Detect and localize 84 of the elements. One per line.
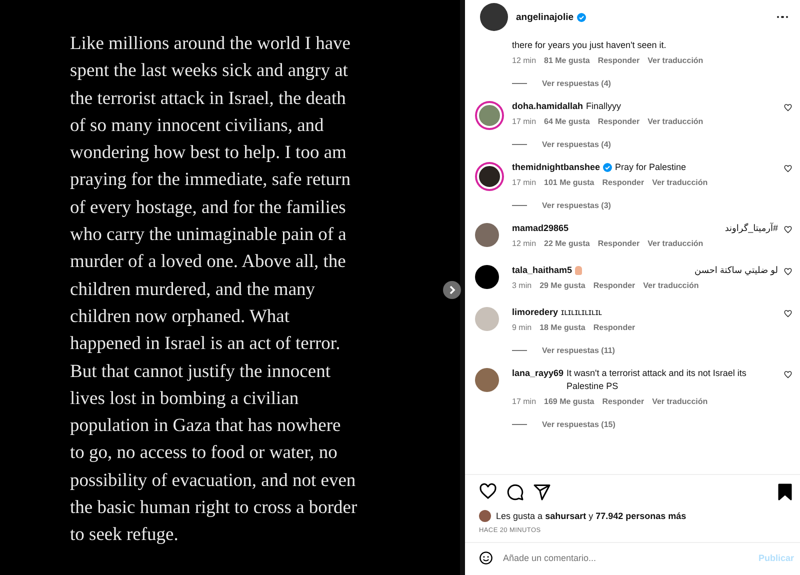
heart-icon[interactable]: [479, 483, 497, 501]
reply-link[interactable]: Responder: [598, 239, 640, 248]
post-text-line: of so many innocent civilians, and: [70, 114, 324, 138]
chevron-icon: [447, 285, 457, 295]
post-text-line: Like millions around the world I have: [70, 33, 351, 56]
comment-text: Finallyyy: [586, 100, 622, 113]
username[interactable]: lana_rayy69: [512, 367, 564, 380]
post-text-line: possibility of evacuation, and not even: [70, 470, 356, 493]
avatar[interactable]: [480, 3, 508, 31]
post-text-line: the terrorist attack in Israel, the death: [70, 88, 346, 111]
translate-link[interactable]: Ver traducción: [648, 56, 704, 65]
comment-time: 9 min: [512, 323, 532, 332]
post-text-line: praying for the immediate, safe return: [70, 169, 350, 192]
comment-time: 17 min: [512, 397, 536, 406]
comment-text: #آرمیتا_گراوند: [724, 222, 778, 235]
avatar[interactable]: [475, 265, 499, 289]
comment-field[interactable]: Añade un comentario...: [503, 553, 758, 563]
view-replies-link[interactable]: Ver respuestas (4): [542, 79, 611, 88]
likes-summary: Les gusta a sahursart y 77.942 personas más: [496, 511, 686, 521]
post-text-line: population in Gaza that has nowhere: [70, 415, 341, 438]
post-text-line: lives lost in bombing a civilian: [70, 388, 299, 411]
bookmark-icon[interactable]: [776, 483, 794, 501]
reply-link[interactable]: Responder: [602, 178, 644, 187]
translate-link[interactable]: Ver traducción: [652, 178, 708, 187]
post-text-line: who carry the unimaginable pain of a: [70, 224, 346, 248]
comment-text: there for years you just haven't seen it.: [512, 39, 668, 52]
post-text-line: spent the last weeks sick and angry at: [70, 60, 348, 84]
like-count[interactable]: 169 Me gusta: [544, 397, 594, 406]
heart-icon[interactable]: [784, 226, 792, 234]
translate-link[interactable]: Ver traducción: [648, 117, 704, 126]
like-count[interactable]: 18 Me gusta: [540, 323, 586, 332]
post-text-line: But that cannot justify the innocent: [70, 360, 330, 384]
username[interactable]: doha.hamidallah: [512, 100, 584, 113]
comment-time: 12 min: [512, 239, 536, 248]
username[interactable]: angelinajolie: [516, 12, 574, 22]
comment-time: 3 min: [512, 281, 532, 290]
like-count[interactable]: 22 Me gusta: [544, 239, 590, 248]
post-text-line: children now orphaned. What: [70, 306, 290, 329]
post-text-line: of every hostage, and for the families: [70, 196, 346, 220]
comment-text: Pray for Palestine: [615, 161, 688, 174]
reply-link[interactable]: Responder: [598, 56, 640, 65]
avatar: [479, 510, 491, 522]
post-text-line: happened in Israel is an act of terror.: [70, 333, 340, 356]
comment-time: 12 min: [512, 56, 536, 65]
reply-link[interactable]: Responder: [602, 397, 644, 406]
comment-icon[interactable]: [506, 483, 524, 501]
comment-text: ɪʟɪʟɪʟɪʟɪʟɪʟ: [561, 306, 604, 319]
reply-link[interactable]: Responder: [598, 117, 640, 126]
heart-icon[interactable]: [784, 165, 792, 173]
view-replies-link[interactable]: Ver respuestas (4): [542, 140, 611, 149]
send-icon[interactable]: [533, 483, 551, 501]
avatar[interactable]: [477, 164, 502, 189]
post-text-line: children murdered, and the many: [70, 278, 316, 302]
comment-text: It wasn't a terrorist attack and its not Israel its Palestine PS: [566, 367, 748, 393]
view-replies-link[interactable]: Ver respuestas (15): [542, 420, 616, 429]
next-button[interactable]: [443, 281, 461, 299]
username[interactable]: mamad29865: [512, 222, 569, 235]
view-replies-link[interactable]: Ver respuestas (11): [542, 346, 615, 355]
username[interactable]: themidnightbanshee: [512, 161, 600, 174]
post-text-line: to go, no access to food or water, no: [70, 442, 338, 466]
comment-text: لو ضليتي ساكتة احسن: [693, 264, 778, 277]
smiley-icon[interactable]: [479, 551, 493, 565]
translate-link[interactable]: Ver traducción: [643, 281, 699, 290]
translate-link[interactable]: Ver traducción: [648, 239, 704, 248]
post-text-line: wondering how best to help. I too am: [70, 142, 346, 166]
comment-time: 17 min: [512, 178, 536, 187]
like-count[interactable]: 101 Me gusta: [544, 178, 594, 187]
heart-icon[interactable]: [784, 104, 792, 112]
like-count[interactable]: 29 Me gusta: [540, 281, 586, 290]
heart-icon[interactable]: [784, 268, 792, 276]
post-text-line: murder of a loved one. Above all, the: [70, 251, 346, 274]
like-count[interactable]: 81 Me gusta: [544, 56, 590, 65]
view-replies-link[interactable]: Ver respuestas (3): [542, 201, 611, 210]
heart-icon[interactable]: [784, 371, 792, 379]
reply-link[interactable]: Responder: [593, 323, 636, 332]
like-count[interactable]: 64 Me gusta: [544, 117, 590, 126]
post-text-line: to seek refuge.: [70, 524, 178, 548]
username[interactable]: limoredery: [512, 306, 558, 319]
username[interactable]: tala_haitham5: [512, 264, 572, 277]
heart-icon[interactable]: [784, 310, 792, 318]
translate-link[interactable]: Ver traducción: [652, 397, 708, 406]
comment-time: 17 min: [512, 117, 536, 126]
post-text-line: the basic human right to cross a border: [70, 497, 358, 520]
reply-link[interactable]: Responder: [593, 281, 636, 290]
